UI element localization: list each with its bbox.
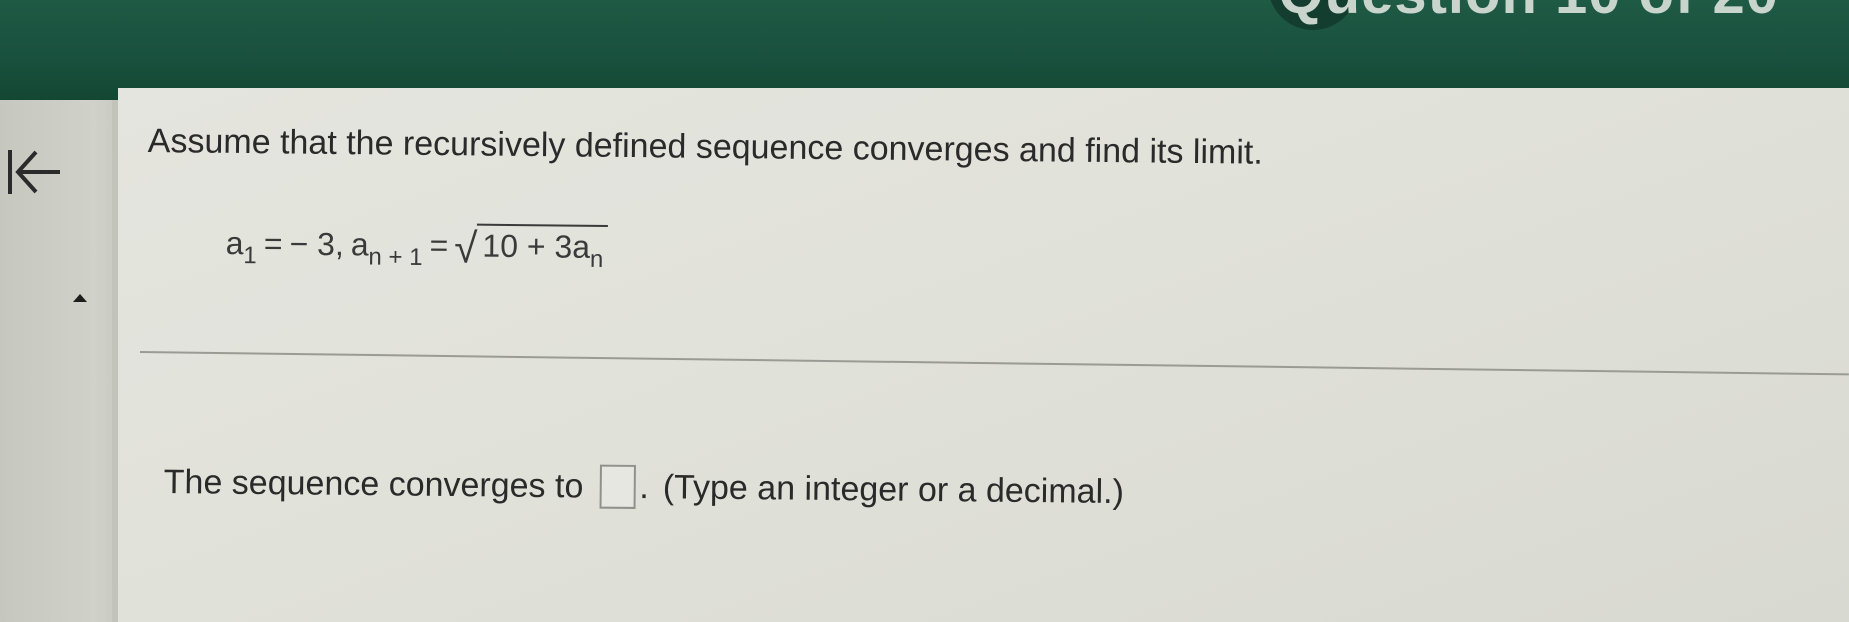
answer-input-box[interactable] (599, 464, 636, 509)
arrow-left-bar-icon (8, 150, 60, 194)
question-counter: Question 10 of 20 (1279, 0, 1779, 27)
radicand: 10 + 3a n (476, 223, 608, 273)
answer-hint: (Type an integer or a decimal.) (662, 467, 1125, 511)
triangle-up-icon[interactable] (73, 294, 87, 302)
radicand-sub-n: n (589, 245, 604, 273)
eq-sub-1: 1 (243, 242, 257, 270)
eq-equals-1: = (263, 225, 283, 262)
answer-lead-text: The sequence converges to (163, 462, 584, 505)
sqrt-icon: √ (454, 224, 478, 272)
top-header-bar: Question 10 of 20 (0, 0, 1849, 100)
recursive-equation: a 1 = − 3, a n + 1 = √ 10 + 3a n (225, 216, 608, 273)
eq-sub-n-plus-1: n + 1 (368, 243, 423, 272)
eq-a-next: a (350, 226, 369, 263)
eq-equals-2: = (429, 227, 449, 264)
back-button[interactable] (4, 142, 64, 202)
answer-period: . (639, 467, 650, 506)
eq-initial-value: − 3, (289, 225, 345, 263)
radicand-expression: 10 + 3a (482, 227, 591, 265)
eq-a1: a (225, 224, 244, 262)
